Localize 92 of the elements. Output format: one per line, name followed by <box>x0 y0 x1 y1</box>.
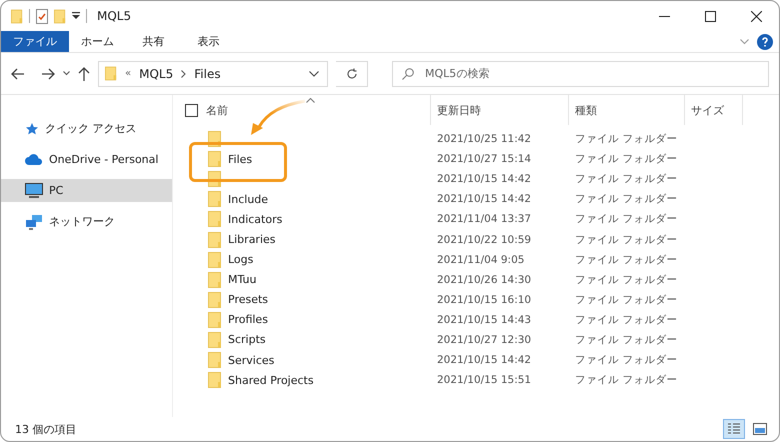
sidebar-item[interactable]: ネットワーク <box>1 210 172 233</box>
star-icon <box>25 122 39 136</box>
folder-icon <box>208 372 222 388</box>
folder-icon <box>54 8 66 24</box>
date-cell-text: 2021/10/15 16:10 <box>436 294 532 306</box>
type-cell-text: ファイル フォルダー <box>574 292 678 307</box>
folder-icon <box>208 272 222 288</box>
file-name[interactable]: Include <box>228 192 268 206</box>
folder-icon <box>208 312 222 328</box>
overflow-chevron[interactable]: « <box>125 68 132 79</box>
date-cell-text: 2021/11/04 13:37 <box>436 213 532 226</box>
date-cell-text: 2021/10/15 14:42 <box>436 193 532 206</box>
file-name[interactable]: Indicators <box>228 212 282 226</box>
file-name[interactable]: Logs <box>228 253 254 266</box>
column-header[interactable]: 更新日時 <box>431 95 569 125</box>
chevron-down-icon[interactable] <box>309 70 319 76</box>
type-cell-text: ファイル フォルダー <box>574 172 678 186</box>
date-cell-text: 2021/10/15 14:42 <box>436 354 532 366</box>
type-cell-text: ファイル フォルダー <box>574 353 678 368</box>
folder-icon <box>208 292 222 308</box>
up-button[interactable] <box>78 66 90 80</box>
date-cell-text: 2021/10/25 11:42 <box>436 133 532 146</box>
folder-icon <box>105 66 117 81</box>
folder-icon <box>208 211 222 228</box>
cloud-icon <box>25 154 43 165</box>
type-cell-text: ファイル フォルダー <box>574 132 678 146</box>
date-cell-text: 2021/10/15 14:43 <box>436 314 532 326</box>
chevron-right-icon <box>181 70 186 78</box>
search-field[interactable]: MQL5の検索 <box>392 60 769 86</box>
back-button[interactable] <box>11 68 25 80</box>
window-title: MQL5 <box>97 9 132 23</box>
column-header[interactable]: サイズ <box>685 95 743 125</box>
type-cell-text: ファイル フォルダー <box>574 212 678 226</box>
dropdown-icon[interactable] <box>72 12 80 20</box>
refresh-icon <box>346 68 358 80</box>
refresh-button[interactable] <box>336 60 368 86</box>
date-cell-text: 2021/10/26 14:30 <box>436 274 532 286</box>
breadcrumb[interactable]: MQL5 <box>139 66 174 80</box>
file-name[interactable]: Shared Projects <box>228 374 314 387</box>
folder-icon <box>208 232 222 248</box>
file-name[interactable]: Profiles <box>228 313 268 326</box>
recent-dropdown-button[interactable] <box>63 71 70 76</box>
folder-icon <box>208 191 222 208</box>
file-name[interactable]: Files <box>228 152 252 166</box>
close-icon <box>750 10 762 22</box>
sidebar-item[interactable]: OneDrive - Personal <box>1 148 172 171</box>
picture-icon <box>753 423 767 435</box>
type-cell-text: ファイル フォルダー <box>574 312 678 327</box>
breadcrumb[interactable]: Files <box>194 66 221 80</box>
folder-icon <box>208 252 222 268</box>
file-name[interactable]: Services <box>228 354 274 367</box>
folder-icon <box>208 332 222 348</box>
type-cell-text: ファイル フォルダー <box>574 272 678 287</box>
type-cell-text: ファイル フォルダー <box>574 152 678 166</box>
forward-button[interactable] <box>41 68 55 80</box>
maximize-icon <box>704 10 716 22</box>
type-cell-text: ファイル フォルダー <box>574 192 678 206</box>
help-icon[interactable] <box>757 34 773 50</box>
type-cell-text: ファイル フォルダー <box>574 252 678 267</box>
file-name[interactable]: Presets <box>228 293 268 306</box>
ribbon-tab[interactable]: 共有 <box>126 31 181 52</box>
column-header[interactable]: 種類 <box>569 95 685 125</box>
address-bar[interactable]: « MQL5 Files <box>98 60 328 86</box>
folder-icon <box>208 352 222 368</box>
folder-icon <box>208 151 222 168</box>
sidebar-item[interactable]: PC <box>1 179 172 202</box>
sidebar-item[interactable]: クイック アクセス <box>1 117 172 140</box>
network-icon <box>25 214 43 230</box>
ribbon-tab[interactable]: ファイル <box>1 31 69 52</box>
details-view-button[interactable] <box>723 419 745 439</box>
type-cell-text: ファイル フォルダー <box>574 373 678 388</box>
type-cell-text: ファイル フォルダー <box>574 232 678 247</box>
date-cell-text: 2021/10/22 10:59 <box>436 234 532 246</box>
date-cell-text: 2021/10/15 15:51 <box>436 374 532 386</box>
ribbon-tab[interactable]: ホーム <box>69 31 126 52</box>
ribbon-tab[interactable]: 表示 <box>181 31 236 52</box>
date-cell-text: 2021/10/27 15:14 <box>436 153 532 166</box>
folder-icon <box>11 8 23 24</box>
select-all-checkbox[interactable] <box>185 104 198 116</box>
checklist-icon <box>36 8 48 24</box>
type-cell-text: ファイル フォルダー <box>574 332 678 347</box>
file-name[interactable]: Libraries <box>228 233 276 246</box>
search-icon <box>402 68 414 80</box>
date-cell-text: 2021/10/15 14:42 <box>436 173 532 186</box>
date-cell-text: 2021/11/04 9:05 <box>436 254 526 266</box>
details-list-icon <box>727 423 741 435</box>
monitor-icon <box>25 183 43 198</box>
date-cell-text: 2021/10/27 12:30 <box>436 334 532 346</box>
file-name[interactable]: MTuu <box>228 273 256 286</box>
file-name[interactable]: Scripts <box>228 333 266 346</box>
sort-caret-icon <box>306 98 315 103</box>
item-count: 13 個の項目 <box>15 422 76 436</box>
